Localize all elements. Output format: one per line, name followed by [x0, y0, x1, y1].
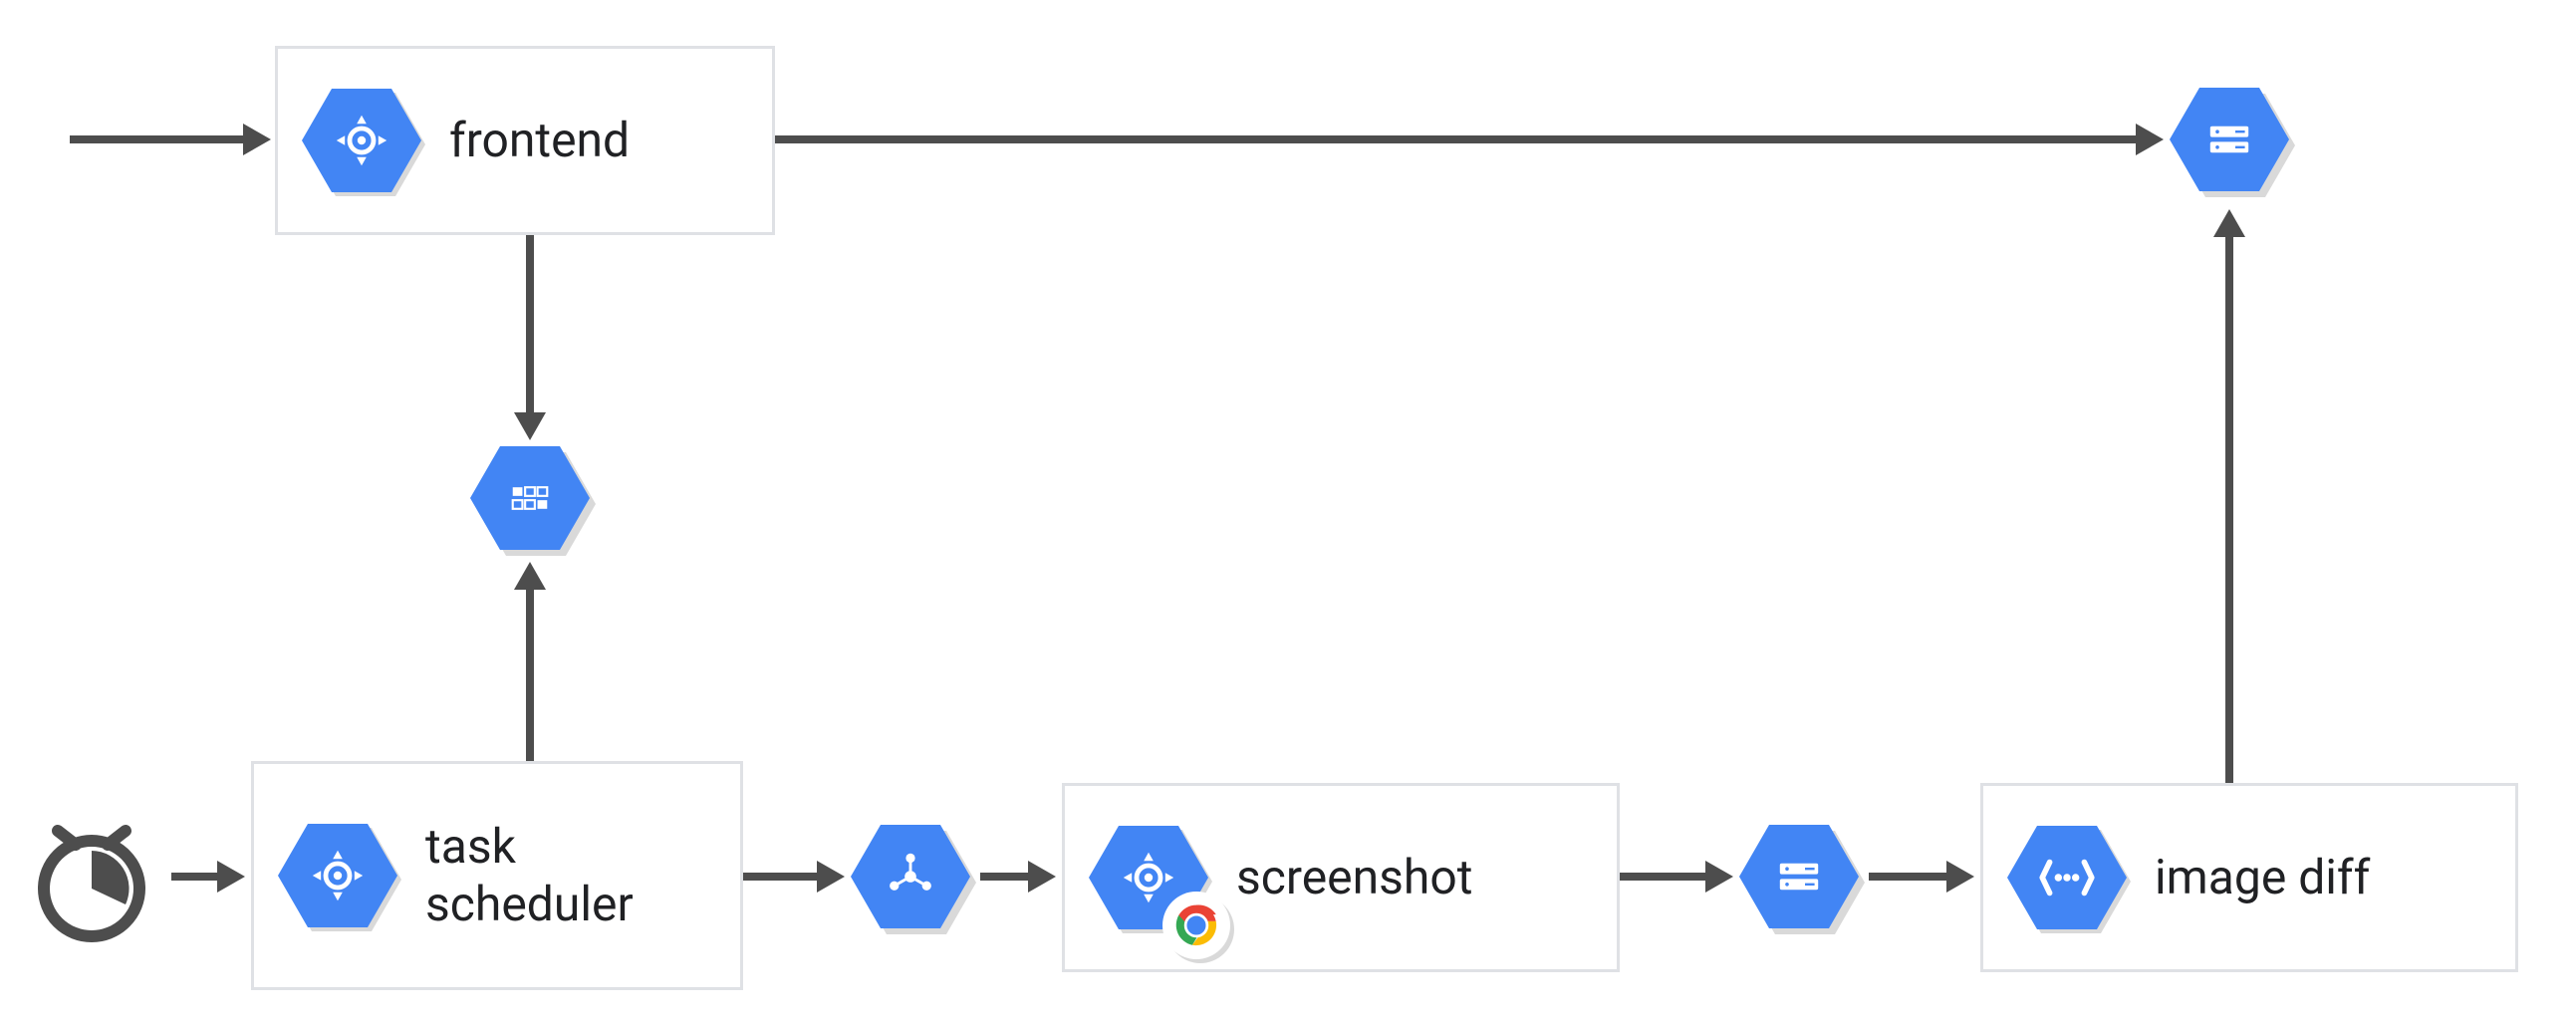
- arrow-head-icon: [514, 412, 546, 440]
- arrow: [2225, 235, 2233, 783]
- arrow-head-icon: [2136, 124, 2164, 155]
- pubsub-icon: [851, 825, 970, 928]
- arrow: [526, 235, 534, 414]
- chrome-icon: [1162, 892, 1230, 959]
- arrow: [743, 873, 819, 881]
- frontend-label: frontend: [449, 112, 630, 169]
- cloud-run-icon: [302, 89, 421, 192]
- cloud-storage-icon: [2170, 88, 2289, 191]
- cloud-run-icon: [278, 824, 397, 927]
- arrow: [526, 588, 534, 761]
- arrow-head-icon: [1946, 861, 1974, 893]
- node-screenshot: screenshot: [1062, 783, 1620, 972]
- arrow: [70, 135, 245, 143]
- scheduler-clock-icon: [22, 813, 161, 956]
- node-image-diff: image diff: [1980, 783, 2518, 972]
- arrow-head-icon: [1705, 861, 1733, 893]
- arrow-head-icon: [514, 562, 546, 590]
- cloud-tasks-icon: [470, 446, 590, 550]
- arrow-head-icon: [217, 861, 245, 893]
- arrow-head-icon: [1028, 861, 1056, 893]
- arrow: [775, 135, 2138, 143]
- arrow-head-icon: [817, 861, 845, 893]
- arrow: [1620, 873, 1707, 881]
- arrow-head-icon: [243, 124, 271, 155]
- arrow-head-icon: [2213, 209, 2245, 237]
- arrow: [980, 873, 1030, 881]
- arrow: [1869, 873, 1948, 881]
- task-scheduler-label: task scheduler: [425, 818, 634, 932]
- architecture-diagram: frontend task scheduler: [0, 0, 2576, 1024]
- arrow: [171, 873, 219, 881]
- cloud-storage-icon: [1739, 825, 1859, 928]
- screenshot-label: screenshot: [1236, 849, 1472, 906]
- image-diff-label: image diff: [2155, 849, 2370, 906]
- node-frontend: frontend: [275, 46, 775, 235]
- cloud-functions-icon: [2007, 826, 2127, 929]
- cloud-run-icon: [1089, 826, 1208, 929]
- node-task-scheduler: task scheduler: [251, 761, 743, 990]
